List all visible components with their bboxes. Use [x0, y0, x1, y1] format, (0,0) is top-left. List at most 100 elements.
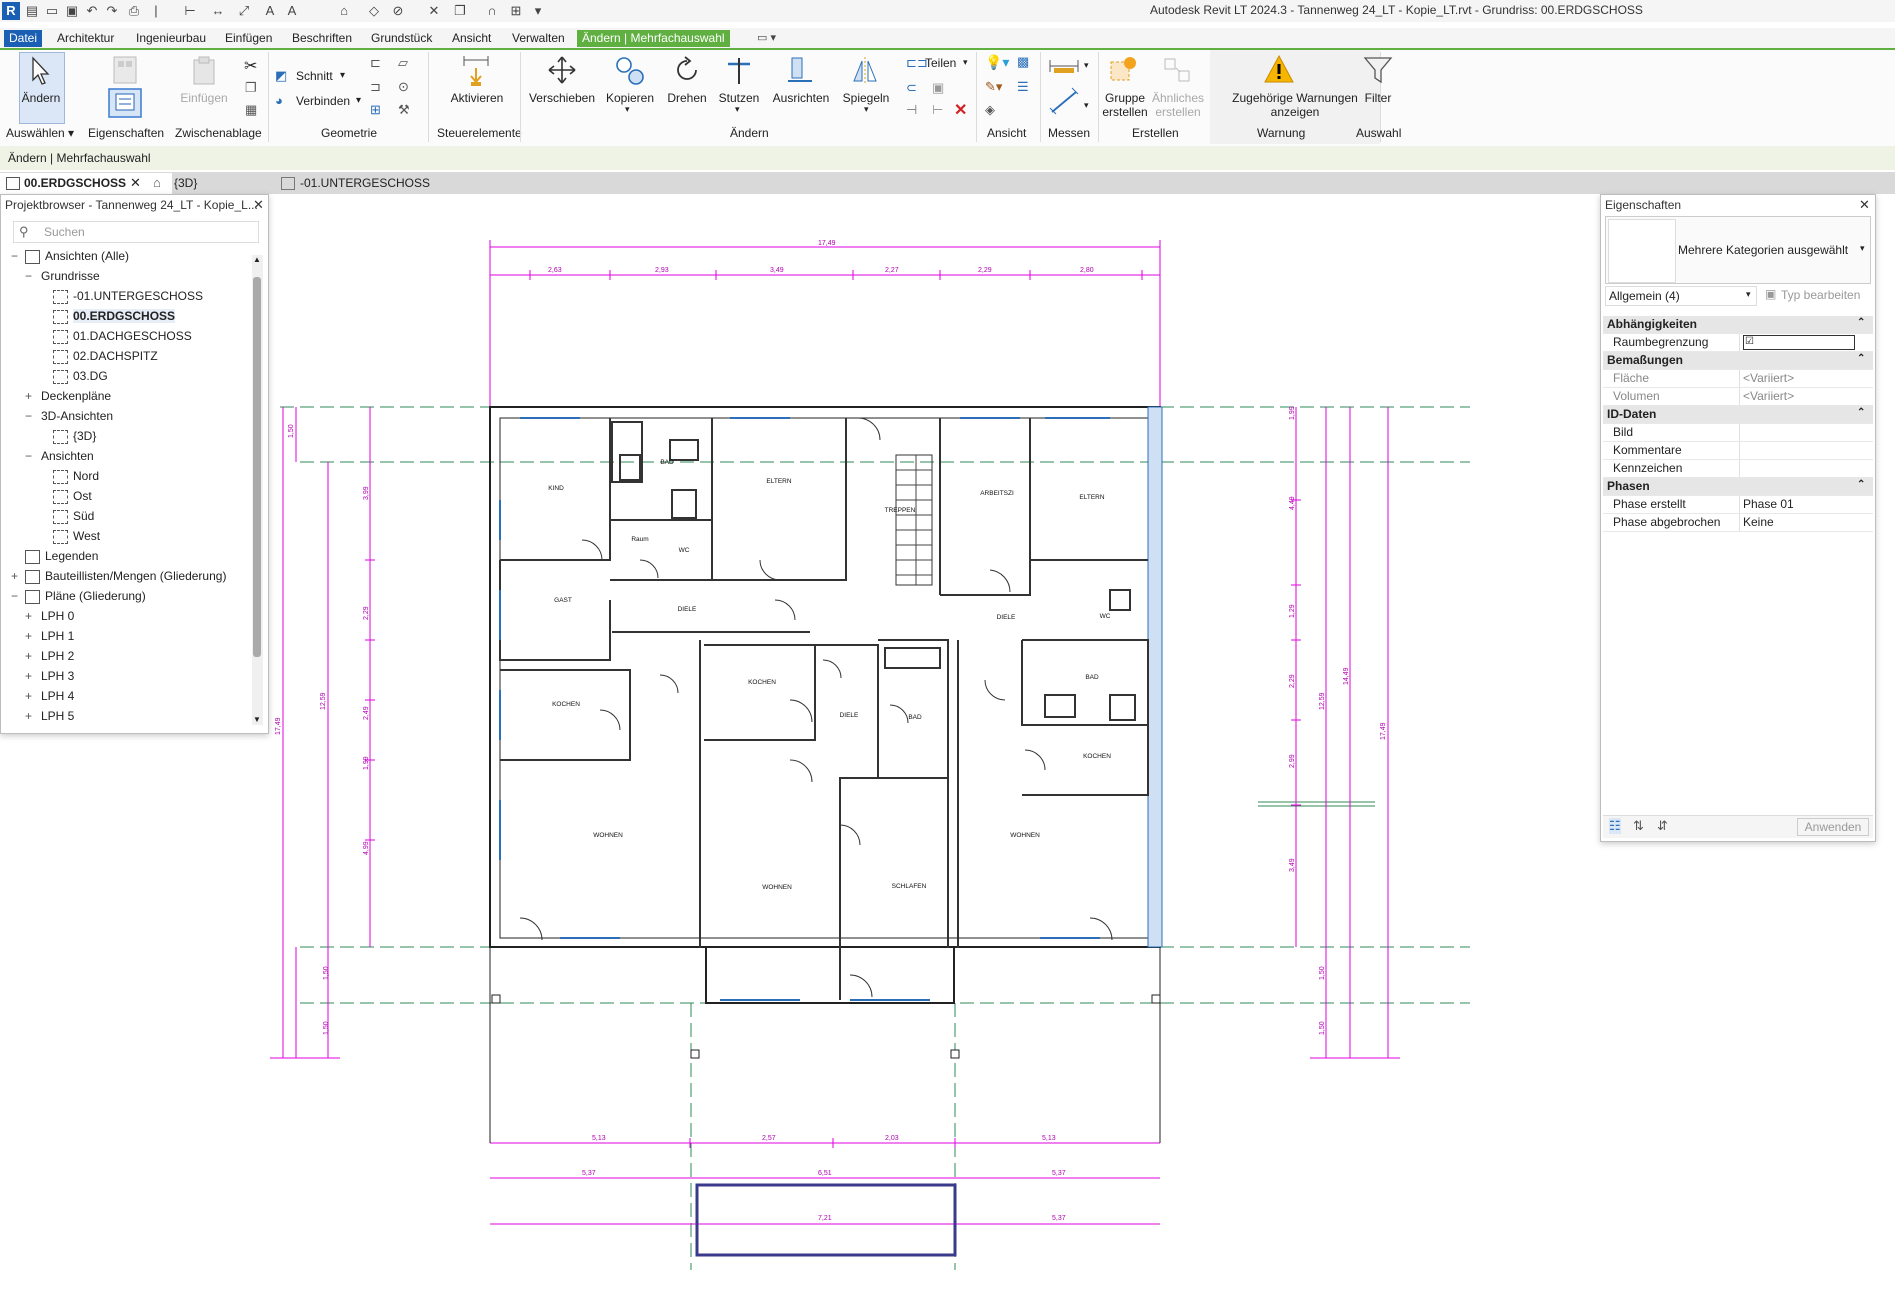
collapse-icon[interactable]: −	[25, 409, 32, 423]
collapse-icon[interactable]: ⌃	[1857, 479, 1865, 490]
section-icon[interactable]: ⊘	[390, 3, 406, 19]
room-label[interactable]: BAD	[660, 459, 674, 466]
tree-item[interactable]: 03.DG	[73, 369, 108, 383]
room-label[interactable]: BAD	[1085, 674, 1099, 681]
property-row[interactable]: Phase abgebrochen Keine	[1603, 514, 1873, 532]
room-label[interactable]: WC	[679, 547, 690, 554]
collapse-icon[interactable]: ⌃	[1857, 317, 1865, 328]
properties-icon[interactable]	[108, 88, 142, 118]
expand-icon[interactable]: +	[25, 629, 32, 643]
property-row[interactable]: Kennzeichen	[1603, 460, 1873, 478]
type-dropdown-icon[interactable]: ▾	[1860, 243, 1865, 254]
room-label[interactable]: KOCHEN	[1083, 753, 1111, 760]
paint-icon[interactable]: ⊙	[398, 79, 409, 95]
tree-scrollbar[interactable]	[252, 255, 263, 725]
tab-verwalten[interactable]: Verwalten	[507, 30, 570, 47]
tree-item[interactable]: Ansichten (Alle)	[45, 249, 129, 263]
collapse-icon[interactable]: −	[11, 589, 18, 603]
revit-logo-icon[interactable]: R	[2, 2, 20, 20]
spiegeln-dropdown-icon[interactable]: ▾	[864, 104, 869, 115]
property-row[interactable]: Kommentare	[1603, 442, 1873, 460]
tag-icon[interactable]: ⤢	[236, 3, 252, 19]
room-label[interactable]: WC	[1100, 613, 1111, 620]
tree-item[interactable]: Grundrisse	[41, 269, 100, 283]
folder-icon[interactable]: ▭	[44, 3, 60, 19]
dimension-icon[interactable]: ↔	[210, 3, 226, 19]
room-label[interactable]: KIND	[548, 485, 564, 492]
expand-icon[interactable]: +	[25, 669, 32, 683]
collapse-icon[interactable]: ⌃	[1857, 353, 1865, 364]
cut-icon[interactable]: ✂	[244, 56, 257, 76]
room-label[interactable]: GAST	[554, 597, 572, 604]
verbinden-dropdown-icon[interactable]: ▾	[356, 95, 361, 106]
tree-item[interactable]: -01.UNTERGESCHOSS	[73, 289, 203, 303]
tree-item[interactable]: LPH 3	[41, 669, 74, 683]
room-label[interactable]: KOCHEN	[552, 701, 580, 708]
property-row[interactable]: Raumbegrenzung ☑	[1603, 334, 1873, 352]
tab-aendern-mehrfachauswahl[interactable]: Ändern | Mehrfachauswahl	[577, 30, 730, 47]
3d-icon[interactable]: ◇	[366, 3, 382, 19]
close-icon[interactable]: ✕	[253, 197, 264, 213]
property-value[interactable]: Phase 01	[1743, 497, 1794, 511]
collapse-icon[interactable]: ⌃	[1857, 407, 1865, 418]
anwenden-button[interactable]: Anwenden	[1797, 818, 1869, 836]
teilen-dropdown-icon[interactable]: ▾	[963, 57, 968, 68]
paint-material-icon[interactable]: ◈	[985, 102, 995, 118]
delete-icon[interactable]: ✕	[954, 100, 967, 120]
tree-item[interactable]: 00.ERDGSCHOSS	[73, 309, 176, 323]
tree-item[interactable]: Ansichten	[41, 449, 94, 463]
save-icon[interactable]: ▣	[64, 3, 80, 19]
warnungen-anzeigen-button[interactable]: Zugehörige Warnungen anzeigen	[1212, 91, 1378, 119]
tree-item[interactable]: LPH 2	[41, 649, 74, 663]
room-label[interactable]: WOHNEN	[593, 832, 623, 839]
property-category[interactable]: Abhängigkeiten ⌃	[1603, 316, 1873, 334]
measure-dropdown-icon[interactable]: ▾	[1084, 60, 1089, 71]
magnet-icon[interactable]: ∩	[484, 3, 500, 19]
tab-ingenieurbau[interactable]: Ingenieurbau	[131, 30, 211, 47]
tab-datei[interactable]: Datei	[4, 30, 43, 47]
property-category[interactable]: Phasen ⌃	[1603, 478, 1873, 496]
typ-bearbeiten-button[interactable]: ▣ Typ bearbeiten	[1763, 286, 1871, 304]
text-large-icon[interactable]: A	[284, 3, 300, 19]
expand-icon[interactable]: +	[25, 609, 32, 623]
open-icon[interactable]: ▤	[24, 3, 40, 19]
aendern-button[interactable]: Ändern	[19, 91, 63, 105]
type-selector[interactable]: Mehrere Kategorien ausgewählt ▾	[1605, 216, 1871, 284]
room-label[interactable]: DIELE	[997, 614, 1016, 621]
hide-element-icon[interactable]: 💡▾	[985, 54, 1009, 71]
property-row[interactable]: Volumen <Variiert>	[1603, 388, 1873, 406]
room-label[interactable]: ELTERN	[1079, 494, 1104, 501]
thin-lines-icon[interactable]: ☰	[1017, 79, 1029, 95]
linework-icon[interactable]: ✎▾	[985, 79, 1002, 95]
view-tab-erdgeschoss[interactable]: 00.ERDGSCHOSS	[0, 173, 172, 194]
home-icon[interactable]: ⌂	[336, 3, 352, 19]
stutzen-dropdown-icon[interactable]: ▾	[735, 104, 740, 115]
unpin-icon[interactable]: ⊢	[932, 102, 943, 118]
tab-einfuegen[interactable]: Einfügen	[220, 30, 277, 47]
room-label[interactable]: ELTERN	[766, 478, 791, 485]
room-label[interactable]: ARBEITSZI	[980, 490, 1014, 497]
sort-by-group-icon[interactable]: ☷	[1609, 818, 1621, 834]
beam-join-icon[interactable]: ⊐	[370, 79, 381, 95]
split-face-icon[interactable]: ▱	[398, 55, 408, 71]
tab-architektur[interactable]: Architektur	[52, 30, 119, 47]
tree-item[interactable]: LPH 5	[41, 709, 74, 723]
tree-item[interactable]: Deckenpläne	[41, 389, 111, 403]
property-row[interactable]: Bild	[1603, 424, 1873, 442]
hammer-icon[interactable]: ⚒	[398, 102, 410, 118]
property-category[interactable]: Bemaßungen ⌃	[1603, 352, 1873, 370]
property-value[interactable]: Keine	[1743, 515, 1774, 529]
tab-beschriften[interactable]: Beschriften	[287, 30, 357, 47]
spiegeln-button[interactable]: Spiegeln	[840, 91, 892, 105]
schnitt-dropdown-icon[interactable]: ▾	[340, 70, 345, 81]
print-icon[interactable]: ⎙	[126, 3, 142, 19]
tab-ansicht[interactable]: Ansicht	[447, 30, 496, 47]
room-label[interactable]: SCHLAFEN	[892, 883, 927, 890]
kopieren-button[interactable]: Kopieren	[604, 91, 656, 105]
sort-descending-icon[interactable]: ⇵	[1657, 818, 1668, 834]
match-type-icon[interactable]: ▦	[245, 102, 257, 118]
stutzen-button[interactable]: Stutzen	[716, 91, 762, 105]
measure-icon[interactable]: ⊢	[182, 3, 198, 19]
expand-icon[interactable]: +	[25, 649, 32, 663]
filter-button[interactable]: Filter	[1356, 91, 1400, 105]
